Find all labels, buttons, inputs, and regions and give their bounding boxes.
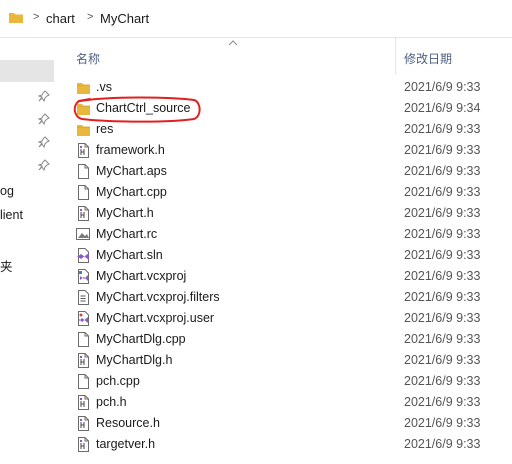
file-date: 2021/6/9 9:33 [404,185,481,199]
file-row[interactable]: MyChart.aps 2021/6/9 9:33 [58,161,512,182]
file-date: 2021/6/9 9:33 [404,290,481,304]
file-icon [78,374,89,389]
file-date: 2021/6/9 9:33 [404,395,481,409]
folder-icon [77,83,90,94]
file-row[interactable]: MyChart.sln 2021/6/9 9:33 [58,245,512,266]
file-date: 2021/6/9 9:33 [404,374,481,388]
file-row[interactable]: targetver.h 2021/6/9 9:33 [58,434,512,455]
breadcrumb-separator[interactable]: > [33,11,39,23]
file-row[interactable]: framework.h 2021/6/9 9:33 [58,140,512,161]
file-date: 2021/6/9 9:33 [404,353,481,367]
file-name: res [96,122,114,136]
file-name: MyChartDlg.h [96,353,173,367]
file-name: MyChart.vcxproj [96,269,187,283]
header-file-icon [78,437,89,452]
file-name: pch.h [96,395,127,409]
breadcrumb-mychart[interactable]: MyChart [100,11,149,26]
file-name: pch.cpp [96,374,140,388]
file-row[interactable]: ChartCtrl_source 2021/6/9 9:34 [58,98,512,119]
file-date: 2021/6/9 9:33 [404,269,481,283]
file-name: Resource.h [96,416,160,430]
file-icon [78,332,89,347]
column-divider[interactable] [395,38,396,74]
file-date: 2021/6/9 9:34 [404,101,481,115]
file-date: 2021/6/9 9:33 [404,248,481,262]
file-row[interactable]: MyChart.h 2021/6/9 9:33 [58,203,512,224]
file-row[interactable]: MyChartDlg.cpp 2021/6/9 9:33 [58,329,512,350]
file-row[interactable]: MyChart.cpp 2021/6/9 9:33 [58,182,512,203]
solution-file-icon [77,248,89,263]
file-name: framework.h [96,143,165,157]
file-name: MyChartDlg.cpp [96,332,186,346]
file-name: targetver.h [96,437,156,451]
file-date: 2021/6/9 9:33 [404,80,481,94]
file-date: 2021/6/9 9:33 [404,164,481,178]
breadcrumb-separator[interactable]: > [87,11,93,23]
file-name: MyChart.cpp [96,185,167,199]
file-name: MyChart.aps [96,164,167,178]
column-header: 名称 修改日期 [58,38,512,74]
user-file-icon [78,311,89,326]
header-file-icon [78,206,89,221]
nav-item[interactable]: lient [0,208,23,222]
pin-icon[interactable] [38,136,50,148]
project-file-icon [78,269,89,284]
pin-icon[interactable] [38,159,50,171]
column-header-name[interactable]: 名称 [76,50,100,67]
file-date: 2021/6/9 9:33 [404,122,481,136]
folder-icon [77,104,90,115]
file-row[interactable]: res 2021/6/9 9:33 [58,119,512,140]
file-name: MyChart.vcxproj.user [96,311,215,325]
nav-item[interactable]: og [0,184,14,198]
header-file-icon [78,395,89,410]
file-date: 2021/6/9 9:33 [404,206,481,220]
header-file-icon [78,416,89,431]
sort-up-icon [228,40,238,46]
folder-icon [9,13,23,23]
file-row[interactable]: MyChart.rc 2021/6/9 9:33 [58,224,512,245]
breadcrumb-chart[interactable]: chart [46,11,75,26]
file-row[interactable]: MyChart.vcxproj.user 2021/6/9 9:33 [58,308,512,329]
file-name: MyChart.h [96,206,154,220]
address-bar[interactable]: > chart > MyChart [0,0,512,38]
file-date: 2021/6/9 9:33 [404,311,481,325]
file-row[interactable]: MyChartDlg.h 2021/6/9 9:33 [58,350,512,371]
file-date: 2021/6/9 9:33 [404,437,481,451]
folder-icon [77,125,90,136]
file-row[interactable]: MyChart.vcxproj 2021/6/9 9:33 [58,266,512,287]
file-date: 2021/6/9 9:33 [404,143,481,157]
file-icon [78,164,89,179]
file-name: MyChart.sln [96,248,163,262]
file-row[interactable]: MyChart.vcxproj.filters 2021/6/9 9:33 [58,287,512,308]
file-row[interactable]: Resource.h 2021/6/9 9:33 [58,413,512,434]
file-date: 2021/6/9 9:33 [404,332,481,346]
file-row[interactable]: .vs 2021/6/9 9:33 [58,77,512,98]
file-name: MyChart.vcxproj.filters [96,290,220,304]
file-icon [78,185,89,200]
column-header-date[interactable]: 修改日期 [404,50,452,67]
resource-file-icon [76,228,90,240]
pin-icon[interactable] [38,113,50,125]
file-date: 2021/6/9 9:33 [404,416,481,430]
filters-file-icon [78,290,89,305]
file-row[interactable]: pch.h 2021/6/9 9:33 [58,392,512,413]
navigation-pane: og lient 夹 [0,38,58,464]
file-row[interactable]: pch.cpp 2021/6/9 9:33 [58,371,512,392]
file-name: MyChart.rc [96,227,158,241]
file-name: ChartCtrl_source [96,101,191,115]
nav-selected-item[interactable] [0,60,54,82]
header-file-icon [78,353,89,368]
nav-item[interactable]: 夹 [0,256,13,275]
file-name: .vs [96,80,112,94]
file-date: 2021/6/9 9:33 [404,227,481,241]
pin-icon[interactable] [38,90,50,102]
header-file-icon [78,143,89,158]
